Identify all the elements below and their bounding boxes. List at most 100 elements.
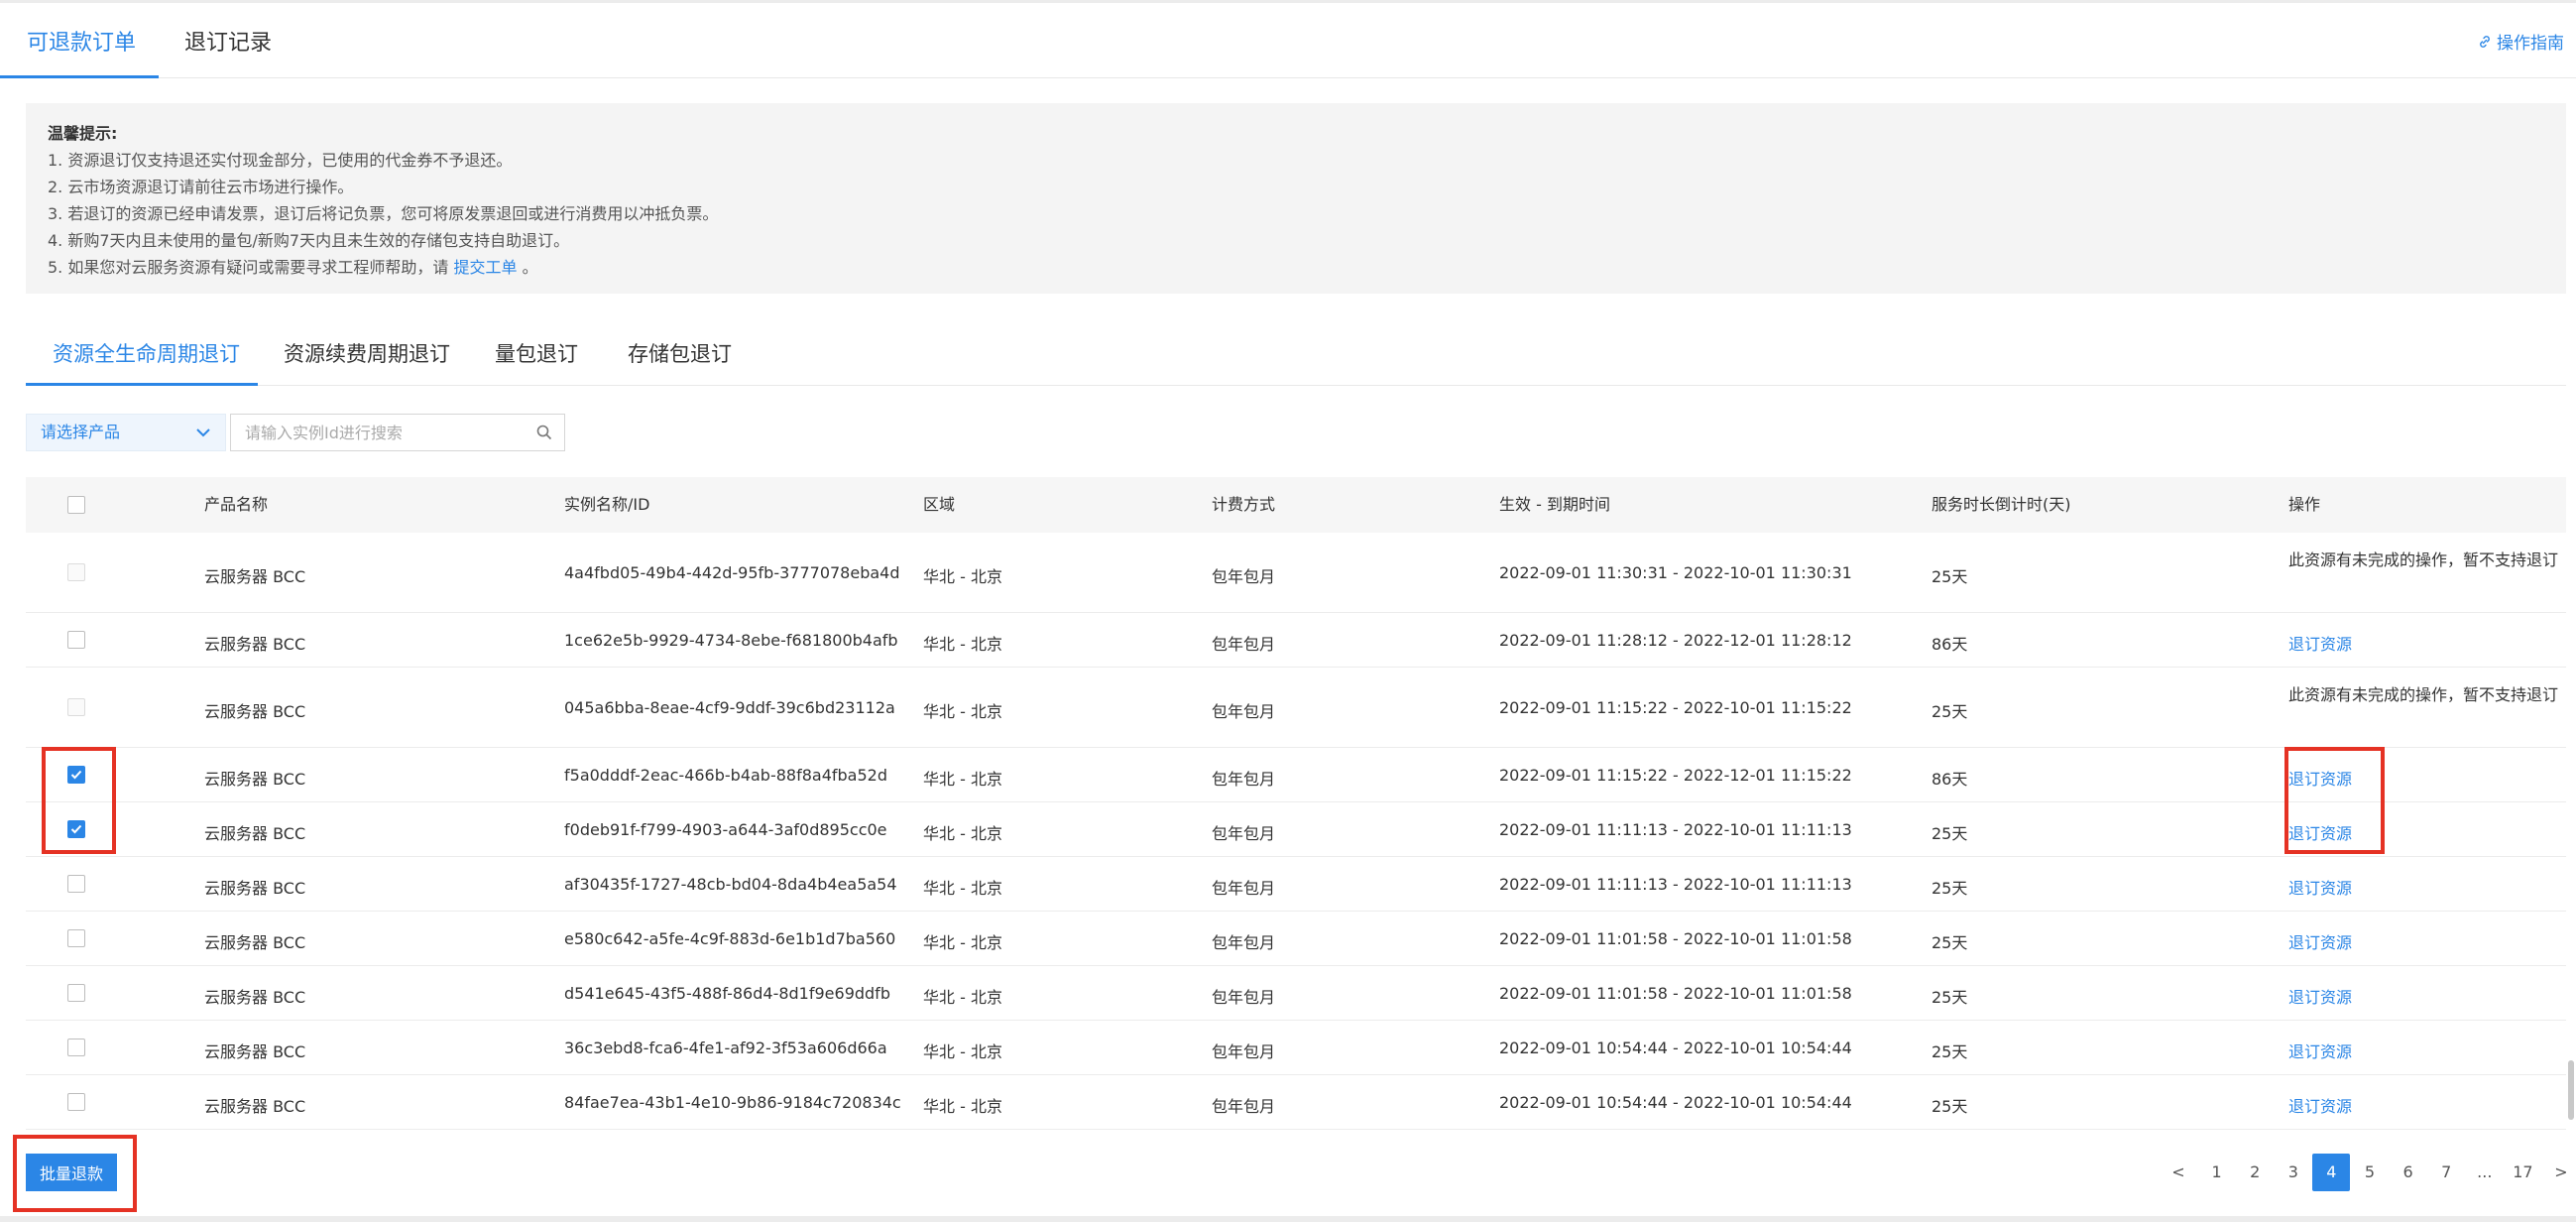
row-checkbox[interactable] [67, 1092, 85, 1111]
cell-period: 2022-09-01 11:30:31 - 2022-10-01 11:30:3… [1499, 562, 1852, 582]
cell-instance-id: 045a6bba-8eae-4cf9-9ddf-39c6bd23112a [564, 697, 895, 717]
page-button-17[interactable]: 17 [2504, 1154, 2541, 1191]
cell-region: 华北 - 北京 [923, 701, 1002, 721]
pagination: <1 2 3 4 5 6 7... 17 > [2160, 1154, 2576, 1191]
cell-instance-id: f5a0dddf-2eac-466b-b4ab-88f8a4fba52d [564, 765, 887, 785]
cell-period: 2022-09-01 11:11:13 - 2022-10-01 11:11:1… [1499, 819, 1852, 839]
row-checkbox [67, 697, 85, 716]
row-checkbox[interactable] [67, 874, 85, 893]
tab-storage-refund[interactable]: 存储包退订 [628, 338, 732, 368]
page-button-6[interactable]: 6 [2390, 1154, 2427, 1191]
header-period: 生效 - 到期时间 [1499, 495, 1610, 514]
notice-line-prefix: 5. 如果您对云服务资源有疑问或需要寻求工程师帮助，请 [48, 258, 449, 277]
table-row: 云服务器 BCC af30435f-1727-48cb-bd04-8da4b4ea… [26, 857, 2566, 912]
refund-table: 产品名称 实例名称/ID 区域 计费方式 生效 - 到期时间 服务时长倒计时(天… [26, 477, 2566, 1130]
cell-billing: 包年包月 [1212, 701, 1276, 721]
table-row: 云服务器 BCC f5a0dddf-2eac-466b-b4ab-88f8a4fb… [26, 748, 2566, 802]
table-row: 云服务器 BCC f0deb91f-f799-4903-a644-3af0d895… [26, 802, 2566, 857]
notice-title: 温馨提示: [48, 124, 118, 143]
cell-period: 2022-09-01 11:15:22 - 2022-10-01 11:15:2… [1499, 697, 1852, 717]
tab-refundable-orders[interactable]: 可退款订单 [27, 25, 136, 57]
cell-product: 云服务器 BCC [204, 878, 306, 898]
cell-instance-id: af30435f-1727-48cb-bd04-8da4b4ea5a54 [564, 874, 897, 894]
cell-billing: 包年包月 [1212, 823, 1276, 843]
cell-billing: 包年包月 [1212, 932, 1276, 952]
scrollbar[interactable] [2568, 1060, 2574, 1120]
instance-search-input[interactable] [231, 415, 519, 450]
header-instance: 实例名称/ID [564, 495, 650, 514]
tab-renewal-refund[interactable]: 资源续费周期退订 [284, 338, 450, 368]
select-all-checkbox[interactable] [67, 496, 85, 514]
cell-region: 华北 - 北京 [923, 987, 1002, 1007]
cell-product: 云服务器 BCC [204, 932, 306, 952]
cell-billing: 包年包月 [1212, 987, 1276, 1007]
cell-region: 华北 - 北京 [923, 878, 1002, 898]
row-checkbox[interactable] [67, 630, 85, 649]
cell-region: 华北 - 北京 [923, 932, 1002, 952]
cell-countdown: 25天 [1932, 1096, 1968, 1116]
submit-ticket-link[interactable]: 提交工单 [453, 258, 517, 277]
cell-period: 2022-09-01 10:54:44 - 2022-10-01 10:54:4… [1499, 1092, 1852, 1112]
page-button-1[interactable]: 1 [2198, 1154, 2236, 1191]
prev-page-button[interactable]: < [2160, 1154, 2197, 1191]
link-icon [2480, 35, 2490, 48]
row-checkbox [67, 562, 85, 581]
header-countdown: 服务时长倒计时(天) [1932, 495, 2071, 514]
table-row: 云服务器 BCC 1ce62e5b-9929-4734-8ebe-f681800b… [26, 613, 2566, 668]
cell-period: 2022-09-01 11:11:13 - 2022-10-01 11:11:1… [1499, 874, 1852, 894]
cell-countdown: 86天 [1932, 769, 1968, 789]
cell-region: 华北 - 北京 [923, 1096, 1002, 1116]
notice-line: 2. 云市场资源退订请前往云市场进行操作。 [48, 178, 354, 196]
header-action: 操作 [2288, 495, 2321, 514]
refund-page: 可退款订单 退订记录 操作指南 温馨提示: 1. 资源退订仅支持退还实付现金部分… [0, 0, 2576, 1216]
cell-billing: 包年包月 [1212, 878, 1276, 898]
row-checkbox[interactable] [67, 983, 85, 1002]
page-button-4[interactable]: 4 [2312, 1154, 2351, 1191]
cell-region: 华北 - 北京 [923, 769, 1002, 789]
cell-region: 华北 - 北京 [923, 823, 1002, 843]
tab-refund-records[interactable]: 退订记录 [184, 25, 272, 57]
refund-resource-link[interactable]: 退订资源 [2288, 875, 2352, 899]
cell-instance-id: 1ce62e5b-9929-4734-8ebe-f681800b4afb [564, 630, 898, 650]
page-button-3[interactable]: 3 [2275, 1154, 2312, 1191]
tab-volume-refund[interactable]: 量包退订 [495, 338, 578, 368]
cell-instance-id: d541e645-43f5-488f-86d4-8d1f9e69ddfb [564, 983, 890, 1003]
cell-countdown: 25天 [1932, 566, 1968, 586]
cell-countdown: 25天 [1932, 1041, 1968, 1061]
page-button-5[interactable]: 5 [2351, 1154, 2389, 1191]
row-checkbox[interactable] [67, 1038, 85, 1056]
next-page-button[interactable]: > [2542, 1154, 2576, 1191]
header-product: 产品名称 [204, 495, 269, 514]
table-row: 云服务器 BCC 045a6bba-8eae-4cf9-9ddf-39c6bd23… [26, 668, 2566, 748]
cell-instance-id: 36c3ebd8-fca6-4fe1-af92-3f53a606d66a [564, 1038, 887, 1057]
refund-resource-link[interactable]: 退订资源 [2288, 1093, 2352, 1117]
operation-guide-link[interactable]: 操作指南 [2477, 29, 2564, 54]
page-button-2[interactable]: 2 [2236, 1154, 2274, 1191]
instance-search [230, 414, 565, 451]
cell-period: 2022-09-01 11:01:58 - 2022-10-01 11:01:5… [1499, 928, 1852, 948]
refund-resource-link[interactable]: 退订资源 [2288, 631, 2352, 655]
notice-line: 5. 如果您对云服务资源有疑问或需要寻求工程师帮助，请 提交工单 。 [48, 254, 2544, 281]
table-row: 云服务器 BCC 4a4fbd05-49b4-442d-95fb-3777078e… [26, 533, 2566, 613]
search-icon[interactable] [536, 425, 552, 440]
refund-resource-link[interactable]: 退订资源 [2288, 984, 2352, 1008]
cell-region: 华北 - 北京 [923, 634, 1002, 654]
refund-resource-link[interactable]: 退订资源 [2288, 929, 2352, 953]
page-button-7[interactable]: 7 [2427, 1154, 2465, 1191]
pagination-ellipsis: ... [2477, 1162, 2493, 1181]
table-row: 云服务器 BCC e580c642-a5fe-4c9f-883d-6e1b1d7b… [26, 912, 2566, 966]
row-checkbox[interactable] [67, 928, 85, 947]
active-tab-indicator [0, 75, 159, 78]
cell-product: 云服务器 BCC [204, 823, 306, 843]
product-select[interactable]: 请选择产品 [26, 414, 226, 451]
cell-product: 云服务器 BCC [204, 1041, 306, 1061]
refund-resource-link[interactable]: 退订资源 [2288, 1039, 2352, 1062]
notice-line: 3. 若退订的资源已经申请发票，退订后将记负票，您可将原发票退回或进行消费用以冲… [48, 204, 719, 223]
guide-link-label: 操作指南 [2497, 34, 2564, 54]
top-tab-bar: 可退款订单 退订记录 操作指南 [0, 3, 2576, 78]
tab-lifecycle-refund[interactable]: 资源全生命周期退订 [53, 338, 240, 368]
notice-line: 1. 资源退订仅支持退还实付现金部分，已使用的代金券不予退还。 [48, 151, 513, 170]
notice-line: 4. 新购7天内且未使用的量包/新购7天内且未生效的存储包支持自助退订。 [48, 231, 570, 250]
product-select-value: 请选择产品 [41, 423, 121, 441]
notice-line-suffix: 。 [522, 258, 538, 277]
